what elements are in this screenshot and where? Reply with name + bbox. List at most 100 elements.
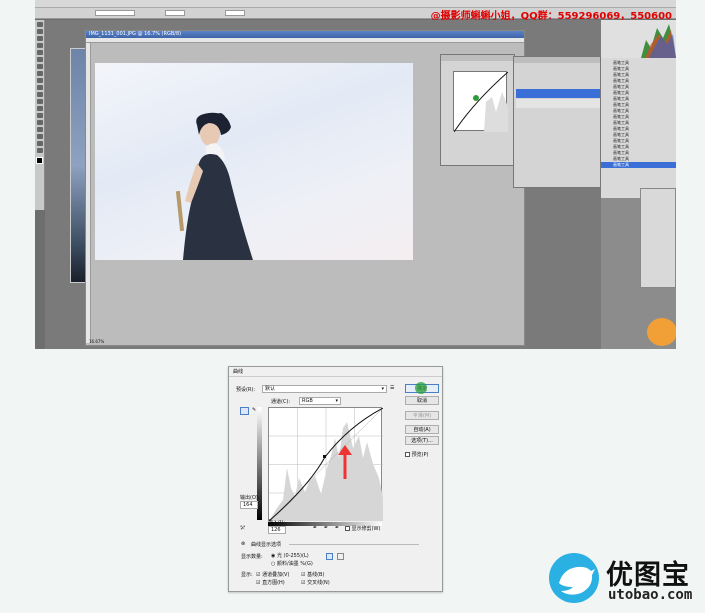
shape-tool-icon[interactable] [37,134,43,139]
radio-selected-icon: ◉ [271,553,276,559]
mini-curve-icon [453,71,509,133]
output-label: 输出(O): [240,495,260,501]
histogram-graph [641,24,676,58]
preview-label: 预览(P) [411,452,429,458]
mini-curve-graph[interactable] [453,71,509,133]
show-amount-label: 显示数量: [241,554,263,560]
curves-graph-svg [268,407,384,522]
history-brush-icon[interactable] [37,85,43,90]
output-field[interactable]: 164 [240,501,258,509]
auto-label: 自动(A) [413,427,431,433]
show-label: 显示: [241,572,253,578]
preset-select[interactable]: 默认 ▾ [262,385,387,393]
history-panel: 画笔工具 画笔工具 画笔工具 画笔工具 画笔工具 画笔工具 画笔工具 画笔工具 画笔工具 画笔工具… [601,58,676,198]
gradient-tool-icon[interactable] [37,99,43,104]
zoom-tool-icon[interactable] [37,148,43,153]
stamp-tool-icon[interactable] [37,78,43,83]
crop-tool-icon[interactable] [37,50,43,55]
bird-icon [559,566,595,595]
curves-graph[interactable] [268,407,384,522]
healing-tool-icon[interactable] [37,64,43,69]
target-adjust-icon[interactable]: ⤱ [241,525,245,531]
zoom-readout: 16.67% [89,339,105,344]
display-options-toggle-icon[interactable]: ⊗ [241,541,245,547]
horizontal-ruler [86,38,524,43]
curves-dialog: 曲线 预设(R): 默认 ▾ ☰ 确定 取消 平滑(M) 自动(A) 选项(T)… [228,366,443,592]
show-clipping-label: 显示修剪(W) [351,526,381,532]
mode-select[interactable] [95,10,135,16]
auto-button[interactable]: 自动(A) [405,425,439,434]
checkbox-icon [345,526,350,531]
photo-canvas[interactable] [95,63,413,260]
opacity-field[interactable] [165,10,185,16]
document-tab[interactable]: IMG_1131_001.JPG @ 16.7% (RGB/8) [86,31,524,38]
toolbox [35,20,45,210]
preset-options-icon[interactable]: ☰ [390,385,394,391]
adjustments-curves-panel [440,54,515,166]
type-tool-icon[interactable] [37,120,43,125]
history-item[interactable]: 画笔工具 [601,162,676,168]
pencil-tool-icon[interactable]: ✎ [252,407,256,413]
flow-field[interactable] [225,10,245,16]
channel-overlay-label: 通道叠加(V) [262,572,290,578]
channel-value: RGB [302,398,313,404]
selected-layer-row[interactable] [516,89,600,98]
eyedropper-tool-icon[interactable] [37,57,43,62]
gray-eyedropper-icon[interactable]: ✒ [324,525,328,531]
chevron-down-icon: ▾ [335,398,338,404]
histogram-label: 直方图(H) [262,580,285,586]
crosshair-label: 交叉线(N) [307,580,330,586]
cancel-button[interactable]: 取消 [405,396,439,405]
adjustments-panel-header [441,55,514,61]
vertical-ruler [86,43,91,343]
show-clipping-checkbox[interactable]: 显示修剪(W) [345,525,380,532]
channel-select[interactable]: RGB ▾ [299,397,341,405]
move-tool-icon[interactable] [37,22,43,27]
preset-label: 预设(R): [236,387,256,393]
wand-tool-icon[interactable] [37,43,43,48]
channel-label: 通道(C): [271,399,291,405]
white-eyedropper-icon[interactable]: ✒ [335,525,339,531]
options-label: 选项(T)... [411,438,433,444]
foreground-color-swatch[interactable] [36,157,43,164]
path-select-icon[interactable] [37,127,43,132]
grid-simple-icon[interactable] [326,553,333,560]
dialog-title: 曲线 [229,367,442,377]
crosshair-checkbox[interactable]: ☑ 交叉线(N) [301,579,330,586]
curve-point-tool-icon[interactable] [240,407,249,415]
brush-tool-icon[interactable] [37,71,43,76]
mascot-icon [647,318,676,346]
light-radio[interactable]: ◉ 光 (0-255)(L) [271,552,309,559]
cancel-label: 取消 [416,398,427,404]
brand-url: utobao.com [608,587,693,603]
divider [289,544,419,545]
options-button[interactable]: 选项(T)... [405,436,439,445]
hand-tool-icon[interactable] [37,141,43,146]
input-field[interactable]: 126 [268,526,286,534]
light-option-label: 光 (0-255)(L) [276,553,309,559]
pen-tool-icon[interactable] [37,113,43,118]
histogram-checkbox[interactable]: ☑ 直方图(H) [256,579,285,586]
eraser-tool-icon[interactable] [37,92,43,97]
radio-icon: ○ [271,561,276,567]
histogram-panel [601,20,676,58]
black-eyedropper-icon[interactable]: ✒ [313,525,317,531]
marquee-tool-icon[interactable] [37,29,43,34]
layers-panel [513,56,601,188]
lasso-tool-icon[interactable] [37,36,43,41]
preset-value: 默认 [265,386,276,392]
click-indicator-icon [415,382,427,394]
dodge-tool-icon[interactable] [37,106,43,111]
preview-checkbox[interactable]: 预览(P) [405,451,429,458]
channel-overlay-checkbox[interactable]: ☑ 通道叠加(V) [256,571,289,578]
display-options-title: 曲线显示选项 [251,542,282,548]
layers-panel-header [514,57,600,63]
baseline-checkbox[interactable]: ☑ 基线(B) [301,571,324,578]
pigment-option-label: 颜料/油墨 %(G) [276,561,313,567]
baseline-label: 基线(B) [307,572,325,578]
background-layer-row[interactable] [516,99,600,108]
grid-detailed-icon[interactable] [337,553,344,560]
pigment-radio[interactable]: ○ 颜料/油墨 %(G) [271,560,313,567]
curve-control-point[interactable] [323,455,326,458]
smooth-button[interactable]: 平滑(M) [405,411,439,420]
